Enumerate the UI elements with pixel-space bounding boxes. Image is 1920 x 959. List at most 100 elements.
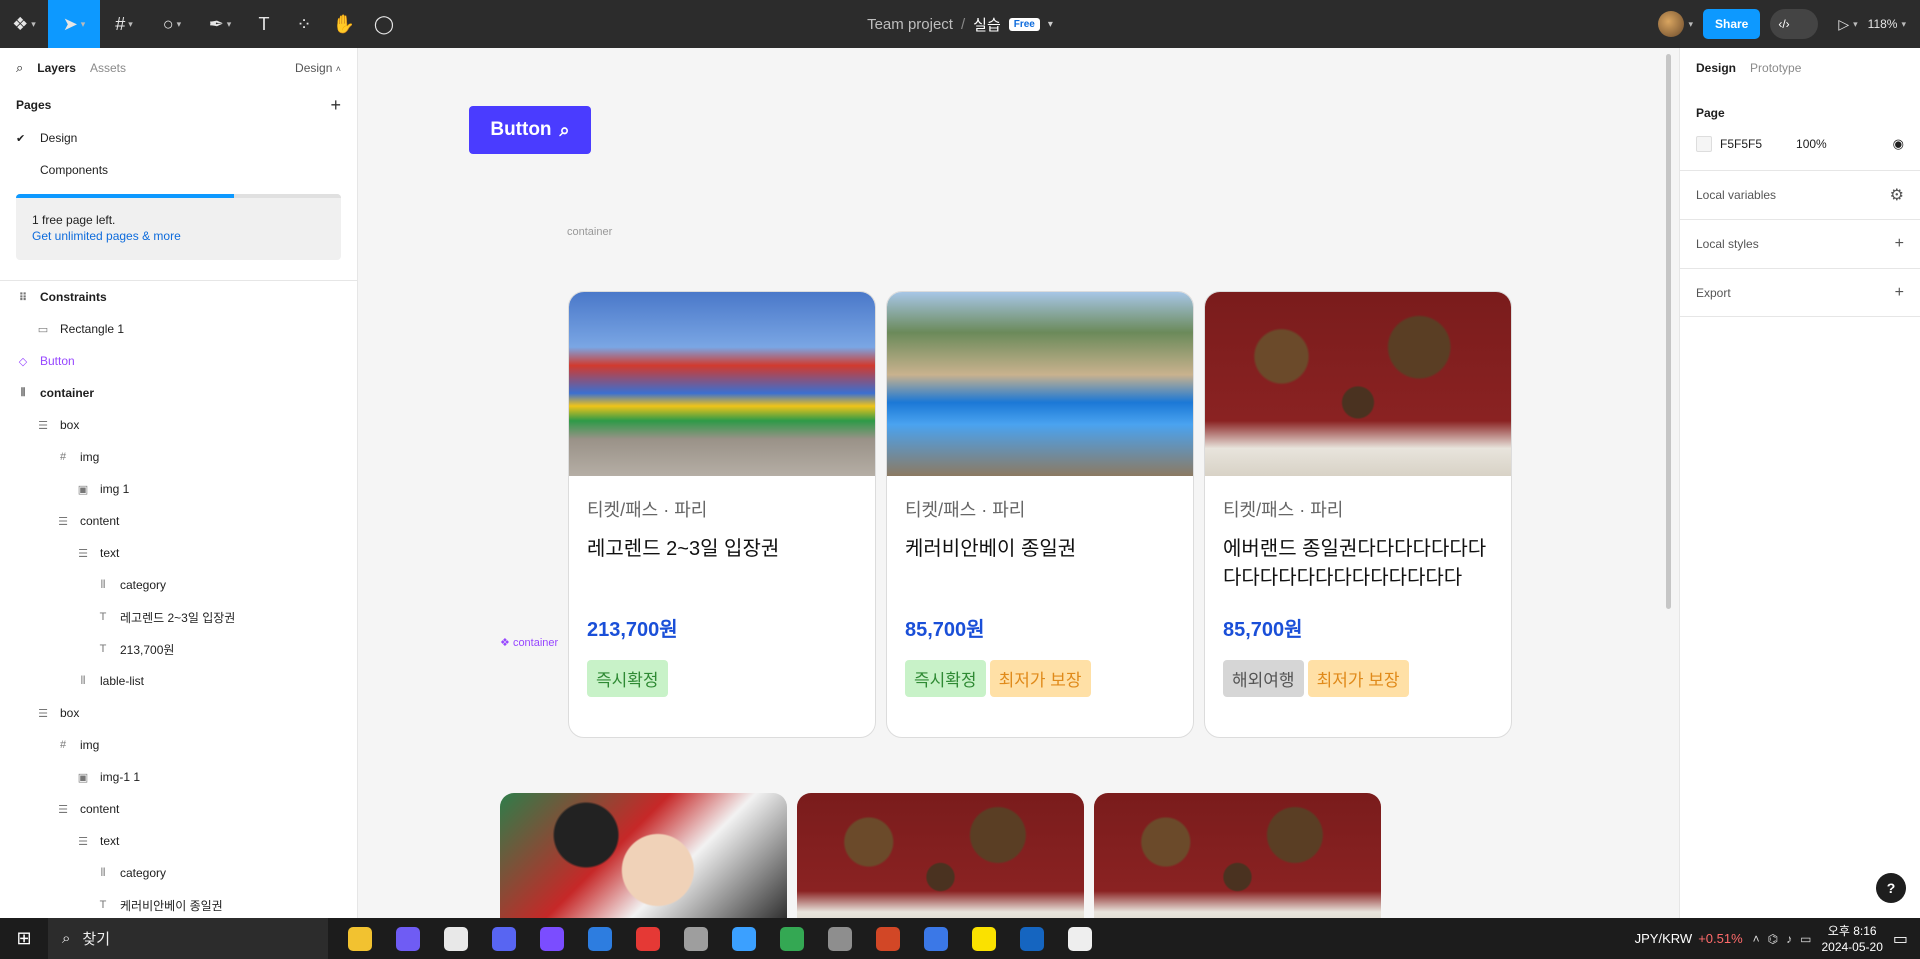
taskbar-app-icon[interactable] [916, 918, 956, 959]
local-variables-row[interactable]: Local variables ⚙ [1680, 170, 1920, 219]
layer-item[interactable]: ☰ box [0, 697, 357, 729]
taskbar-app-icon[interactable] [436, 918, 476, 959]
chevron-down-icon[interactable]: ▾ [1853, 19, 1858, 30]
comment-tool-button[interactable]: ◯ [364, 0, 404, 48]
taskbar-app-icon[interactable] [1012, 918, 1052, 959]
chevron-down-icon[interactable]: ▾ [1688, 19, 1693, 30]
resources-button[interactable]: ⁘ [284, 0, 324, 48]
taskbar-search[interactable]: ⌕ 찾기 [48, 918, 328, 959]
upgrade-link[interactable]: Get unlimited pages & more [32, 228, 325, 244]
taskbar-app-icon[interactable] [772, 918, 812, 959]
card-image[interactable] [797, 793, 1084, 918]
frame-label-component[interactable]: ❖ container [500, 636, 558, 649]
fill-opacity[interactable]: 100% [1796, 137, 1827, 151]
layer-item[interactable]: ▭ Rectangle 1 [0, 313, 357, 345]
network-icon[interactable]: ⌬ [1768, 932, 1778, 946]
taskbar-app-icon[interactable] [628, 918, 668, 959]
layer-item[interactable]: ☰ content [0, 793, 357, 825]
shape-tool-button[interactable]: ○ ▾ [148, 0, 196, 48]
page-item-components[interactable]: Components [0, 154, 357, 186]
search-icon[interactable]: ⌕ [16, 60, 23, 76]
card-container[interactable]: 티켓/패스 · 파리 레고렌드 2~3일 입장권 213,700원 즉시확정 티… [568, 291, 1568, 738]
variables-icon[interactable]: ⚙ [1890, 185, 1904, 205]
layer-item[interactable]: ☰ box [0, 409, 357, 441]
share-button[interactable]: Share [1702, 9, 1761, 39]
currency-ticker[interactable]: JPY/KRW +0.51% [1635, 931, 1743, 946]
card-container-instance[interactable] [500, 793, 1381, 918]
mode-dropdown[interactable]: Design ˄ [295, 61, 341, 75]
taskbar-app-icon[interactable] [868, 918, 908, 959]
plus-icon[interactable]: + [1895, 284, 1904, 302]
plus-icon[interactable]: + [1895, 235, 1904, 253]
pen-tool-button[interactable]: ✒ ▾ [196, 0, 244, 48]
taskbar-app-icon[interactable] [1060, 918, 1100, 959]
page-fill-row[interactable]: F5F5F5 100% ◉ [1680, 126, 1920, 162]
tab-layers[interactable]: Layers [37, 61, 76, 75]
taskbar-app-icon[interactable] [532, 918, 572, 959]
layer-item[interactable]: ▣ img-1 1 [0, 761, 357, 793]
layer-item[interactable]: T 케러비안베이 종일권 [0, 889, 357, 918]
layer-item[interactable]: ☰ text [0, 825, 357, 857]
card-image[interactable] [500, 793, 787, 918]
layer-item[interactable]: ☰ content [0, 505, 357, 537]
frame-tool-button[interactable]: # ▾ [100, 0, 148, 48]
layer-item[interactable]: ▣ img 1 [0, 473, 357, 505]
layer-item[interactable]: T 레고렌드 2~3일 입장권 [0, 601, 357, 633]
main-menu-button[interactable]: ❖ ▾ [0, 0, 48, 48]
product-card[interactable]: 티켓/패스 · 파리 레고렌드 2~3일 입장권 213,700원 즉시확정 [568, 291, 876, 738]
avatar[interactable] [1658, 11, 1685, 37]
card-image[interactable] [1094, 793, 1381, 918]
notification-icon[interactable]: ▭ [1893, 929, 1908, 949]
chevron-down-icon[interactable]: ▾ [1048, 19, 1053, 30]
tab-prototype[interactable]: Prototype [1750, 61, 1801, 75]
chevron-down-icon[interactable]: ▾ [1901, 19, 1906, 30]
taskbar-app-icon[interactable] [580, 918, 620, 959]
canvas[interactable]: Button ⌕ container 티켓/패스 · 파리 레고렌드 2~3일 … [358, 48, 1679, 918]
project-name[interactable]: Team project [867, 16, 953, 33]
chevron-up-icon[interactable]: ˄ [1753, 932, 1760, 946]
zoom-level[interactable]: 118% [1868, 17, 1898, 31]
taskbar-app-icon[interactable] [388, 918, 428, 959]
battery-icon[interactable]: ▭ [1800, 932, 1811, 946]
local-styles-row[interactable]: Local styles + [1680, 219, 1920, 268]
layer-item[interactable]: # img [0, 441, 357, 473]
dev-mode-toggle[interactable]: ‹/› [1770, 9, 1819, 39]
page-item-design[interactable]: ✔ Design [0, 122, 357, 154]
tab-assets[interactable]: Assets [90, 61, 126, 75]
page-name[interactable]: 실습 [973, 14, 1001, 35]
tab-design[interactable]: Design [1696, 61, 1736, 75]
taskbar-app-icon[interactable] [724, 918, 764, 959]
add-page-button[interactable]: + [330, 95, 341, 116]
layer-item[interactable]: T 213,700원 [0, 633, 357, 665]
speaker-icon[interactable]: ♪ [1786, 932, 1792, 946]
layer-item[interactable]: ⦀ category [0, 857, 357, 889]
hand-tool-button[interactable]: ✋ [324, 0, 364, 48]
eye-icon[interactable]: ◉ [1893, 136, 1904, 152]
taskbar-clock[interactable]: 오후 8:16 2024-05-20 [1821, 923, 1882, 955]
layer-item[interactable]: ⦀ category [0, 569, 357, 601]
fill-hex[interactable]: F5F5F5 [1720, 137, 1762, 151]
export-row[interactable]: Export + [1680, 268, 1920, 317]
present-icon[interactable]: ▷ [1838, 16, 1849, 33]
taskbar-app-icon[interactable] [820, 918, 860, 959]
demo-button[interactable]: Button ⌕ [469, 106, 591, 154]
text-tool-button[interactable]: T [244, 0, 284, 48]
product-card[interactable]: 티켓/패스 · 파리 케러비안베이 종일권 85,700원 즉시확정 최저가 보장 [886, 291, 1194, 738]
layer-item[interactable]: ◇ Button [0, 345, 357, 377]
taskbar-app-icon[interactable] [964, 918, 1004, 959]
layer-item[interactable]: # img [0, 729, 357, 761]
layer-item[interactable]: ⠿ Constraints [0, 281, 357, 313]
fill-swatch[interactable] [1696, 136, 1712, 152]
frame-label-container[interactable]: container [567, 226, 612, 238]
taskbar-app-icon[interactable] [484, 918, 524, 959]
product-card[interactable]: 티켓/패스 · 파리 에버랜드 종일권다다다다다다다다다다다다다다다다다다다다다… [1204, 291, 1512, 738]
layer-item[interactable]: ☰ text [0, 537, 357, 569]
start-button[interactable]: ⊞ [0, 918, 48, 959]
taskbar-app-icon[interactable] [676, 918, 716, 959]
taskbar-app-icon[interactable] [340, 918, 380, 959]
canvas-scrollbar[interactable] [1666, 54, 1671, 609]
layer-item[interactable]: ⦀ container [0, 377, 357, 409]
help-button[interactable]: ? [1876, 873, 1906, 903]
layer-item[interactable]: ⦀ lable-list [0, 665, 357, 697]
move-tool-button[interactable]: ➤ ▾ [48, 0, 100, 48]
